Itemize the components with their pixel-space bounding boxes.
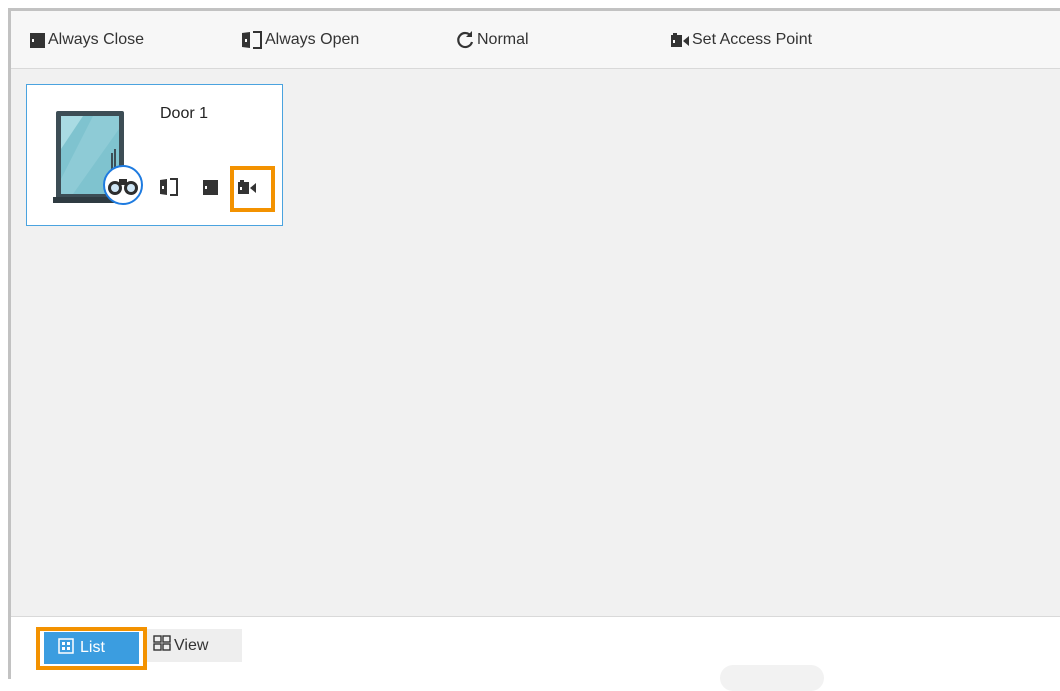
- always-open-icon[interactable]: [159, 177, 179, 197]
- door-name: Door 1: [160, 105, 209, 122]
- always-close-label: Always Close: [48, 31, 145, 48]
- bottom-bar: List View: [11, 616, 1060, 683]
- normal-label: Normal: [477, 31, 529, 48]
- list-view-button[interactable]: List: [44, 632, 139, 664]
- refresh-icon: [455, 30, 475, 50]
- camera-icon[interactable]: [237, 177, 257, 197]
- door-grid: Door 1: [11, 69, 1060, 615]
- scroll-indicator: [720, 665, 824, 691]
- toolbar: Always Close Always Open Normal Set Acce…: [11, 11, 1060, 69]
- access-control-panel: Always Close Always Open Normal Set Acce…: [8, 8, 1060, 683]
- always-open-button[interactable]: Always Open: [241, 29, 359, 51]
- list-icon: [58, 637, 74, 659]
- always-close-button[interactable]: Always Close: [29, 29, 144, 51]
- grid-view-button[interactable]: View: [144, 629, 242, 662]
- always-open-label: Always Open: [265, 31, 360, 48]
- always-open-icon: [241, 31, 263, 49]
- set-access-point-button[interactable]: Set Access Point: [670, 29, 812, 51]
- door-card[interactable]: Door 1: [26, 84, 283, 226]
- always-close-icon[interactable]: [200, 177, 220, 197]
- camera-icon: [670, 32, 690, 48]
- always-close-icon: [29, 32, 46, 49]
- view-label: View: [174, 636, 209, 654]
- normal-button[interactable]: Normal: [455, 29, 529, 51]
- door-image: [53, 109, 145, 207]
- grid-icon: [153, 635, 171, 656]
- set-access-point-label: Set Access Point: [692, 31, 813, 48]
- list-label: List: [80, 639, 105, 656]
